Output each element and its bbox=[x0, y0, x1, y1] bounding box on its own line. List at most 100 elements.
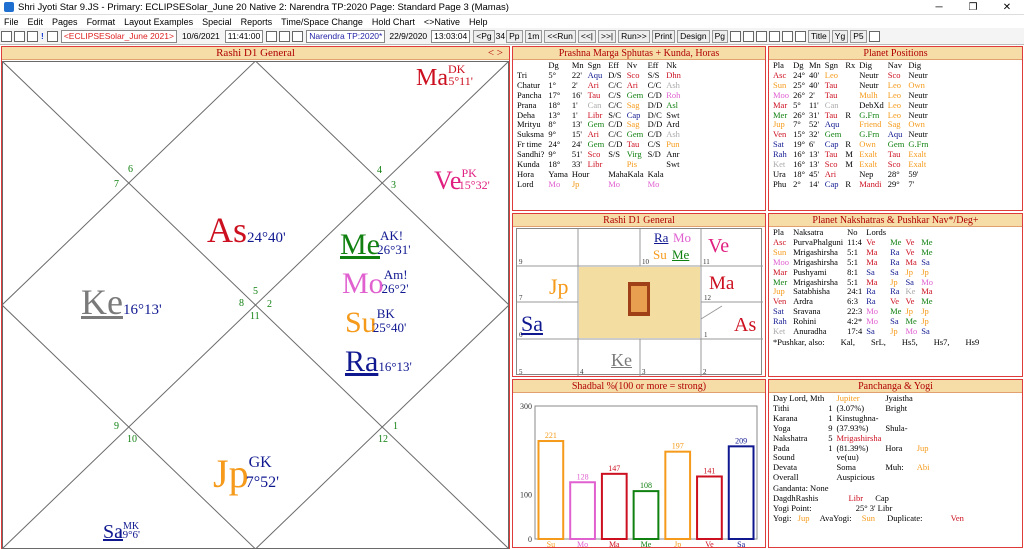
save-icon[interactable] bbox=[756, 30, 768, 42]
south-indian-chart[interactable]: 9 10 11 7 12 6 1 5 4 3 2 Ra Mo Su Me Ve … bbox=[516, 228, 763, 376]
table-cell: Jp bbox=[571, 178, 580, 189]
shadbal-panel: Shadbal %(100 or more = strong) 0 100 300 2… bbox=[512, 379, 766, 548]
table-cell bbox=[826, 463, 834, 473]
small-planet-rahu[interactable]: Ra bbox=[654, 230, 668, 246]
grid-icon[interactable] bbox=[730, 30, 742, 42]
native2-icon[interactable] bbox=[292, 30, 304, 42]
native2-date[interactable]: 22/9/2020 bbox=[389, 31, 427, 41]
open-chart-icon[interactable] bbox=[14, 30, 25, 42]
pushkar-row: *Pushkar, also: Kal, SrL, Hs5, Hs7, Hs9 bbox=[773, 336, 980, 347]
primary-date[interactable]: 10/6/2021 bbox=[182, 31, 220, 41]
planet-venus[interactable]: VePK15°32' bbox=[434, 166, 508, 199]
menu-reports[interactable]: Reports bbox=[241, 17, 273, 27]
native2-chart-select[interactable]: Narendra TP:2020* bbox=[306, 29, 386, 43]
checkbox-native2[interactable] bbox=[279, 30, 291, 42]
key-icon[interactable] bbox=[868, 30, 880, 42]
minimize-icon[interactable]: ─ bbox=[922, 0, 956, 15]
p5-button[interactable]: P5 bbox=[850, 29, 867, 43]
page-tool-button[interactable]: Pg bbox=[711, 29, 729, 43]
data-label: 147 bbox=[608, 464, 620, 473]
small-planet-ketu[interactable]: Ke bbox=[611, 350, 632, 371]
menu-layout-examples[interactable]: Layout Examples bbox=[124, 17, 193, 27]
next-page-button[interactable]: Pp bbox=[506, 29, 523, 43]
layout-icon[interactable] bbox=[743, 30, 755, 42]
menu-file[interactable]: File bbox=[4, 17, 19, 27]
table-cell: S/D bbox=[647, 149, 661, 160]
panchanga-panel: Panchanga & Yogi Day Lord, Mth Jupiter Jya… bbox=[768, 379, 1023, 548]
menu-special[interactable]: Special bbox=[202, 17, 232, 27]
menu-pages[interactable]: Pages bbox=[52, 17, 78, 27]
small-planet-ascendant[interactable]: As bbox=[734, 314, 756, 337]
planet-mars[interactable]: MaDK5°11' bbox=[416, 62, 490, 94]
planet-ketu[interactable]: Ke16°13' bbox=[81, 283, 162, 329]
planet-saturn[interactable]: SaMK19°6' bbox=[103, 521, 162, 547]
step-forward-button[interactable]: >>| bbox=[598, 29, 617, 43]
planet-sun[interactable]: SuBK25°40' bbox=[345, 306, 428, 344]
table-icon[interactable] bbox=[795, 30, 807, 42]
table-row[interactable]: Phu 2° 14' Cap R Mandi 29° 7' bbox=[771, 178, 930, 190]
yogi-row: Yogi: Jup AvaYogi: Sun Duplicate: Ven bbox=[773, 513, 964, 524]
small-planet-mars[interactable]: Ma bbox=[709, 273, 734, 295]
small-planet-saturn[interactable]: Sa bbox=[521, 311, 543, 337]
header-cell: Rx bbox=[845, 60, 856, 70]
table-cell: Auspicious bbox=[836, 472, 875, 483]
menu-hold-chart[interactable]: Hold Chart bbox=[372, 17, 415, 27]
run-back-button[interactable]: <<Run bbox=[544, 29, 576, 43]
primary-chart-select[interactable]: <ECLIPSESolar_June 2021> bbox=[60, 29, 177, 43]
close-icon[interactable]: ✕ bbox=[990, 0, 1024, 15]
yg-button[interactable]: Yg bbox=[831, 29, 849, 43]
table-cell: Jp bbox=[890, 326, 898, 337]
data-label: 128 bbox=[577, 472, 589, 481]
table-cell bbox=[843, 120, 857, 130]
small-planet-jupiter[interactable]: Jp bbox=[549, 274, 569, 300]
table-cell bbox=[826, 453, 834, 463]
table-cell: 2° bbox=[793, 178, 801, 189]
menu-format[interactable]: Format bbox=[87, 17, 116, 27]
table-cell: Jup bbox=[916, 442, 929, 453]
small-planet-sun[interactable]: Su bbox=[653, 247, 667, 263]
table-row[interactable]: Ket Anuradha 17:4 Sa Jp Mo Sa bbox=[771, 326, 935, 337]
small-planet-moon[interactable]: Mo bbox=[673, 230, 691, 246]
table-cell: R bbox=[845, 109, 851, 120]
planet-jupiter[interactable]: JpGK7°52' bbox=[213, 453, 305, 504]
alert-icon[interactable]: ! bbox=[41, 31, 44, 41]
table-cell bbox=[826, 473, 834, 483]
shadbal-title: Shadbal %(100 or more = strong) bbox=[513, 380, 765, 393]
table-cell: Cap bbox=[824, 178, 839, 189]
small-planet-mercury[interactable]: Me bbox=[672, 247, 689, 263]
menu-native[interactable]: <>Native bbox=[424, 17, 460, 27]
planet-mercury[interactable]: MeAK!26°31' bbox=[340, 228, 437, 266]
planet-ascendant[interactable]: As24°40' bbox=[207, 211, 286, 257]
checkbox-primary[interactable] bbox=[46, 30, 58, 42]
menu-time-space-change[interactable]: Time/Space Change bbox=[281, 17, 363, 27]
menu-help[interactable]: Help bbox=[469, 17, 488, 27]
shadbal-bar-chart: 0 100 300 221 Su 128 Mo 147 Ma 108 Me 197 Jp 141 Ve 209… bbox=[520, 402, 758, 548]
table-row[interactable]: Overall Auspicious bbox=[771, 472, 931, 483]
lock-icon[interactable] bbox=[266, 30, 278, 42]
edit-chart-icon[interactable] bbox=[27, 30, 38, 42]
bar-jp bbox=[664, 450, 692, 541]
print-button[interactable]: Print bbox=[651, 29, 676, 43]
planet-moon[interactable]: MoAm!26°2' bbox=[342, 267, 435, 305]
new-chart-icon[interactable] bbox=[1, 30, 12, 42]
step-1m-button[interactable]: 1m bbox=[524, 29, 543, 43]
prev-page-button[interactable]: <Pg bbox=[473, 29, 495, 43]
prashna-title: Prashna Marga Sphutas + Kunda, Horas bbox=[513, 47, 765, 60]
data-label: 209 bbox=[735, 436, 747, 445]
design-button[interactable]: Design bbox=[677, 29, 710, 43]
bar-ve bbox=[696, 475, 723, 540]
native2-time[interactable]: 13:03:04 bbox=[431, 29, 471, 43]
table-cell: Hora bbox=[885, 442, 903, 453]
rashi-nav-arrows[interactable]: < > bbox=[488, 47, 503, 60]
clock-icon[interactable] bbox=[769, 30, 781, 42]
small-planet-venus[interactable]: Ve bbox=[708, 235, 729, 258]
planet-rahu[interactable]: Ra16°13' bbox=[345, 346, 412, 383]
page-number: 34 bbox=[495, 31, 506, 41]
step-back-button[interactable]: <<| bbox=[577, 29, 596, 43]
run-forward-button[interactable]: Run>> bbox=[618, 29, 650, 43]
menu-edit[interactable]: Edit bbox=[28, 17, 44, 27]
maximize-icon[interactable]: ❐ bbox=[956, 0, 990, 15]
title-button[interactable]: Title bbox=[808, 29, 830, 43]
primary-time[interactable]: 11:41:00 bbox=[224, 29, 264, 43]
copy-icon[interactable] bbox=[782, 30, 794, 42]
